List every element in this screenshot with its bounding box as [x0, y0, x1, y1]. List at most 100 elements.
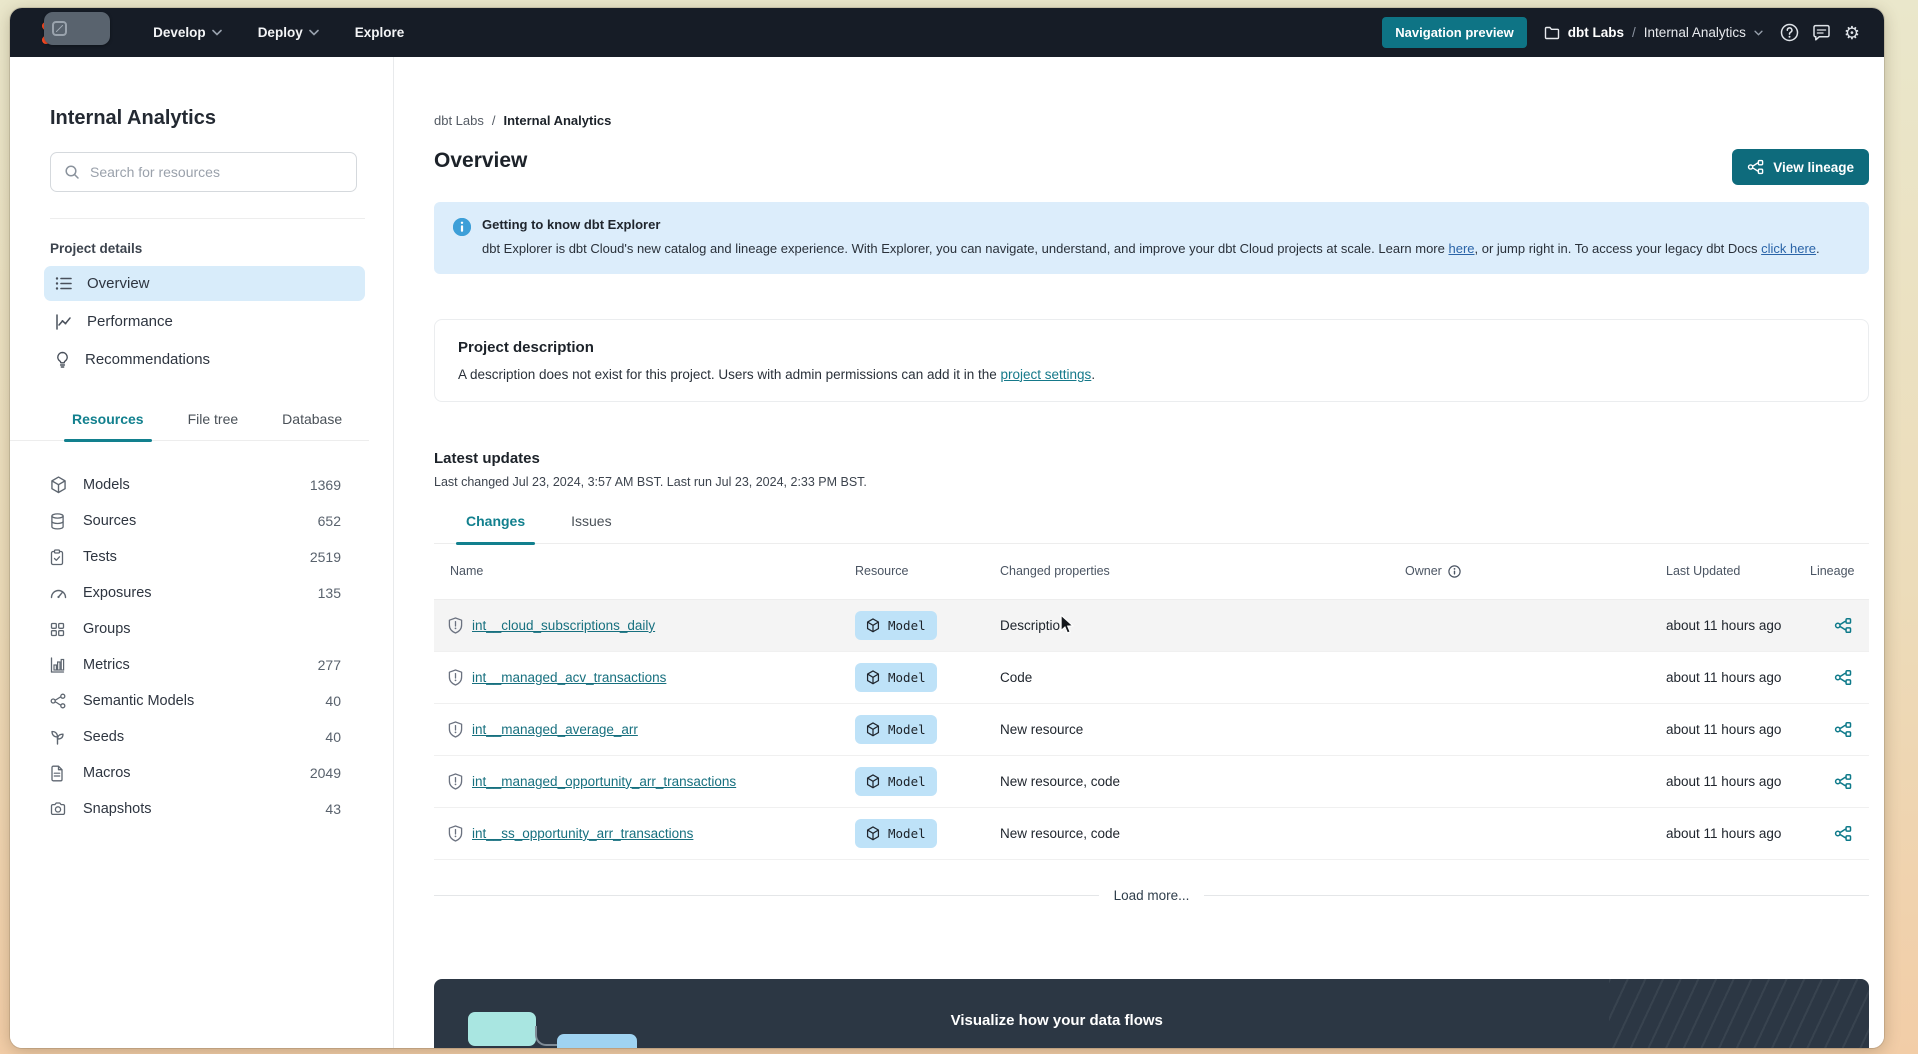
resource-badge: Model	[855, 610, 937, 640]
resource-badge-label: Model	[888, 721, 926, 737]
resource-item-seeds[interactable]: Seeds 40	[50, 719, 341, 755]
view-lineage-button[interactable]: View lineage	[1732, 149, 1869, 185]
tab-changes[interactable]: Changes	[455, 513, 536, 545]
view-lineage-label: View lineage	[1773, 159, 1854, 175]
list-icon	[55, 276, 72, 291]
table-row[interactable]: int__ss_opportunity_arr_transactions Mod…	[434, 808, 1869, 860]
sidebar-item-performance[interactable]: Performance	[44, 304, 365, 339]
tab-database[interactable]: Database	[282, 411, 342, 440]
resource-item-exposures[interactable]: Exposures 135	[50, 575, 341, 611]
resource-item-tests[interactable]: Tests 2519	[50, 539, 341, 575]
model-name-link[interactable]: int__ss_opportunity_arr_transactions	[472, 826, 693, 841]
tab-resources[interactable]: Resources	[64, 411, 152, 442]
last-updated-cell: about 11 hours ago	[1666, 617, 1782, 633]
lineage-icon	[1747, 159, 1764, 175]
lineage-promo-banner[interactable]: Visualize how your data flows	[434, 978, 1869, 1048]
branch-icon	[50, 693, 68, 709]
feedback-icon[interactable]	[1812, 24, 1831, 42]
breadcrumb: dbt Labs / Internal Analytics	[434, 113, 1869, 128]
resource-item-semantic-models[interactable]: Semantic Models 40	[50, 683, 341, 719]
resource-badge: Model	[855, 714, 937, 744]
row-lineage-icon[interactable]	[1810, 669, 1869, 686]
load-more-link[interactable]: Load more...	[1114, 888, 1190, 903]
resource-item-metrics[interactable]: Metrics 277	[50, 647, 341, 683]
tab-file-tree[interactable]: File tree	[188, 411, 239, 440]
model-name-link[interactable]: int__managed_average_arr	[472, 722, 638, 737]
banner-title: Getting to know dbt Explorer	[482, 217, 661, 232]
info-circle-icon	[1448, 565, 1461, 578]
nav-deploy[interactable]: Deploy	[258, 25, 319, 40]
table-row[interactable]: int__managed_acv_transactions Model Code…	[434, 652, 1869, 704]
search-input[interactable]	[90, 164, 343, 180]
resource-count: 1369	[309, 477, 341, 493]
row-lineage-icon[interactable]	[1810, 617, 1869, 634]
resource-badge: Model	[855, 662, 937, 692]
resource-label: Semantic Models	[83, 693, 195, 709]
chevron-down-icon	[211, 29, 222, 36]
cube-icon	[50, 476, 68, 494]
search-box[interactable]	[50, 152, 357, 192]
model-name-link[interactable]: int__cloud_subscriptions_daily	[472, 618, 655, 633]
row-lineage-icon[interactable]	[1810, 721, 1869, 738]
model-shield-icon	[448, 825, 463, 842]
resource-item-models[interactable]: Models 1369	[50, 467, 341, 503]
description-text: A description does not exist for this pr…	[458, 366, 1001, 382]
learn-more-link[interactable]: here	[1448, 241, 1474, 256]
model-name-link[interactable]: int__managed_opportunity_arr_transaction…	[472, 774, 736, 789]
resource-badge-label: Model	[888, 773, 926, 789]
changed-properties-cell: New resource, code	[1000, 825, 1121, 841]
sidebar-tabs: Resources File tree Database	[10, 411, 369, 442]
table-row[interactable]: int__cloud_subscriptions_daily Model Des…	[434, 599, 1869, 652]
resource-badge: Model	[855, 766, 937, 796]
folder-icon	[1544, 26, 1560, 40]
resource-label: Seeds	[83, 729, 125, 745]
lightbulb-icon	[55, 351, 70, 368]
sidebar-item-recommendations[interactable]: Recommendations	[44, 342, 365, 377]
resource-count: 652	[317, 513, 341, 529]
project-settings-link[interactable]: project settings	[1001, 367, 1092, 382]
last-updated-cell: about 11 hours ago	[1666, 825, 1782, 841]
chevron-down-icon	[308, 29, 319, 36]
gear-icon[interactable]: ⚙	[1844, 24, 1860, 42]
nav-develop[interactable]: Develop	[153, 25, 222, 40]
breadcrumb-parent[interactable]: dbt Labs	[434, 113, 484, 128]
cube-icon	[866, 722, 880, 737]
resource-badge: Model	[855, 818, 937, 848]
help-icon[interactable]	[1780, 23, 1799, 42]
table-row[interactable]: int__managed_opportunity_arr_transaction…	[434, 756, 1869, 808]
banner-text: dbt Explorer is dbt Cloud's new catalog …	[482, 241, 1449, 256]
model-shield-icon	[448, 669, 463, 686]
resource-item-snapshots[interactable]: Snapshots 43	[50, 791, 341, 827]
model-name-link[interactable]: int__managed_acv_transactions	[472, 670, 666, 685]
navigation-preview-button[interactable]: Navigation preview	[1382, 17, 1527, 48]
camera-icon	[50, 802, 68, 816]
chart-line-icon	[55, 313, 72, 330]
resource-item-sources[interactable]: Sources 652	[50, 503, 341, 539]
gauge-icon	[50, 587, 68, 599]
promo-node-illustration	[557, 1033, 637, 1048]
top-navbar: dbt Develop Deploy Explore	[10, 8, 1884, 57]
model-shield-icon	[448, 721, 463, 738]
resource-label: Tests	[83, 549, 117, 565]
resource-item-groups[interactable]: Groups	[50, 611, 341, 647]
account-project-switcher[interactable]: dbt Labs / Internal Analytics	[1544, 25, 1763, 40]
tab-issues[interactable]: Issues	[571, 513, 611, 543]
resource-item-macros[interactable]: Macros 2049	[50, 755, 341, 791]
promo-node-illustration	[468, 1011, 536, 1046]
sidebar-item-overview[interactable]: Overview	[44, 266, 365, 301]
navbar-icons: ⚙	[1780, 23, 1860, 42]
promo-hatch-pattern	[1609, 978, 1869, 1048]
resource-label: Macros	[83, 765, 131, 781]
project-description-card: Project description A description does n…	[434, 318, 1869, 402]
seedling-icon	[50, 729, 68, 745]
table-row[interactable]: int__managed_average_arr Model New resou…	[434, 704, 1869, 756]
row-lineage-icon[interactable]	[1810, 825, 1869, 842]
legacy-docs-link[interactable]: click here	[1761, 241, 1816, 256]
last-updated-cell: about 11 hours ago	[1666, 773, 1782, 789]
chevron-down-icon	[1754, 30, 1763, 36]
row-lineage-icon[interactable]	[1810, 773, 1869, 790]
file-icon	[50, 765, 68, 782]
nav-explore[interactable]: Explore	[355, 25, 405, 40]
col-lineage: Lineage	[1810, 564, 1855, 579]
resource-count: 135	[317, 585, 341, 601]
